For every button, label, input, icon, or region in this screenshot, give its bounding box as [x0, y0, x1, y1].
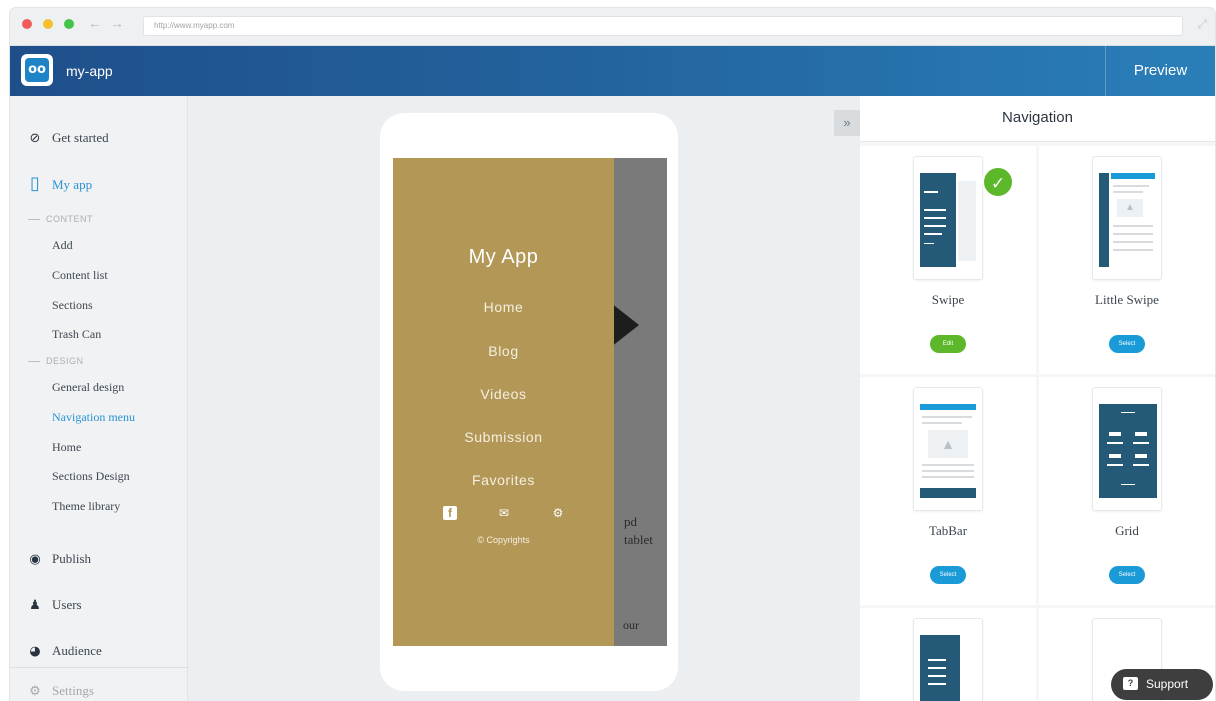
logo-icon: oo: [25, 58, 49, 82]
url-text: http://www.myapp.com: [154, 21, 235, 30]
nav-option-swipe[interactable]: ✓ Swipe Edit: [860, 146, 1036, 374]
nav-option-grid[interactable]: Grid Select: [1039, 377, 1215, 605]
option-label: Swipe: [931, 292, 965, 307]
sidebar-item-audience[interactable]: ◕ Audience: [26, 643, 101, 659]
nav-option-partial-1[interactable]: [860, 608, 1036, 701]
swipe-thumbnail: [913, 156, 983, 280]
drawer-item-submission[interactable]: Submission: [393, 429, 614, 445]
collapse-panel-button[interactable]: »: [834, 110, 860, 136]
drawer-copyright: © Copyrights: [477, 535, 530, 545]
url-bar[interactable]: http://www.myapp.com: [143, 16, 1183, 36]
edit-button[interactable]: Edit: [930, 335, 966, 353]
design-section-label: DESIGN: [28, 356, 84, 366]
navigation-drawer: My App Home Blog Videos Submission Favor…: [393, 158, 614, 646]
chat-icon: ?: [1123, 677, 1138, 690]
navigation-options-panel: Navigation ✓ Swipe Edit ▲ Little Swipe S…: [860, 96, 1215, 701]
selected-check-icon: ✓: [982, 166, 1014, 198]
option-label: Grid: [1115, 523, 1139, 538]
drawer-social-icons: f ✉ ⚙: [443, 506, 565, 522]
settings-gear-icon[interactable]: ⚙: [551, 506, 565, 520]
drawer-app-title: My App: [468, 246, 539, 268]
partial-thumbnail-1: [913, 618, 983, 701]
drawer-item-blog[interactable]: Blog: [393, 343, 614, 359]
sidebar-item-publish[interactable]: ◉ Publish: [26, 551, 91, 567]
phone-preview: pd tablet our My App Home Blog Videos Su…: [380, 113, 678, 691]
fullscreen-icon[interactable]: ⤢: [1197, 17, 1207, 32]
drawer-item-favorites[interactable]: Favorites: [393, 472, 614, 488]
gear-icon: ⚙: [29, 683, 41, 698]
sidebar-item-home[interactable]: Home: [52, 440, 81, 455]
phone-icon: ▯: [30, 173, 40, 194]
pie-chart-icon: ◕: [29, 644, 41, 659]
select-button[interactable]: Select: [930, 566, 966, 584]
support-button[interactable]: ? Support: [1111, 669, 1213, 700]
panel-title: Navigation: [860, 96, 1215, 142]
minimize-window-icon[interactable]: [43, 19, 53, 29]
check-circle-icon: ⊘: [29, 131, 41, 146]
nav-option-little-swipe[interactable]: ▲ Little Swipe Select: [1039, 146, 1215, 374]
select-button[interactable]: Select: [1109, 566, 1145, 584]
sidebar-divider: [10, 667, 188, 668]
forward-arrow-icon[interactable]: →: [110, 15, 124, 31]
user-icon: ♟: [29, 598, 41, 613]
sidebar-item-settings[interactable]: ⚙ Settings: [26, 683, 94, 699]
sidebar-item-content-list[interactable]: Content list: [52, 268, 108, 283]
background-text: pd tablet: [624, 514, 653, 547]
sidebar-item-add[interactable]: Add: [52, 238, 73, 253]
preview-canvas: pd tablet our My App Home Blog Videos Su…: [188, 96, 860, 701]
mail-icon[interactable]: ✉: [497, 506, 511, 520]
drawer-item-videos[interactable]: Videos: [393, 386, 614, 402]
background-text-bottom: our: [623, 618, 639, 632]
content-section-label: CONTENT: [28, 214, 93, 224]
grid-thumbnail: [1092, 387, 1162, 511]
select-button[interactable]: Select: [1109, 335, 1145, 353]
maximize-window-icon[interactable]: [64, 19, 74, 29]
sidebar-item-users[interactable]: ♟ Users: [26, 597, 81, 613]
sidebar-item-navigation-menu[interactable]: Navigation menu: [52, 410, 135, 425]
sidebar-item-general-design[interactable]: General design: [52, 380, 124, 395]
app-name: my-app: [66, 63, 113, 79]
app-header: oo my-app Preview: [10, 46, 1215, 96]
globe-icon: ◉: [29, 552, 41, 567]
tabbar-thumbnail: ▲: [913, 387, 983, 511]
sidebar-item-sections-design[interactable]: Sections Design: [52, 469, 130, 484]
sidebar-item-theme-library[interactable]: Theme library: [52, 499, 120, 514]
drawer-item-home[interactable]: Home: [393, 299, 614, 315]
nav-option-tabbar[interactable]: ▲ TabBar Select: [860, 377, 1036, 605]
play-arrow-icon: [611, 303, 639, 347]
app-logo[interactable]: oo: [21, 54, 53, 86]
facebook-icon[interactable]: f: [443, 506, 457, 520]
close-window-icon[interactable]: [22, 19, 32, 29]
sidebar-item-my-app[interactable]: ▯ My app: [26, 173, 92, 194]
option-label: TabBar: [928, 523, 968, 538]
phone-screen: pd tablet our My App Home Blog Videos Su…: [393, 158, 667, 646]
back-arrow-icon[interactable]: ←: [88, 15, 102, 31]
preview-button[interactable]: Preview: [1105, 46, 1215, 96]
sidebar-item-get-started[interactable]: ⊘ Get started: [26, 130, 109, 146]
sidebar: ⊘ Get started ▯ My app CONTENT Add Content…: [10, 96, 188, 701]
sidebar-item-sections[interactable]: Sections: [52, 298, 93, 313]
little-swipe-thumbnail: ▲: [1092, 156, 1162, 280]
browser-window: ← → http://www.myapp.com ⤢ oo my-app Pre…: [10, 8, 1215, 701]
browser-toolbar: ← → http://www.myapp.com ⤢: [10, 8, 1215, 46]
option-label: Little Swipe: [1095, 292, 1159, 307]
sidebar-item-trash-can[interactable]: Trash Can: [52, 327, 101, 342]
